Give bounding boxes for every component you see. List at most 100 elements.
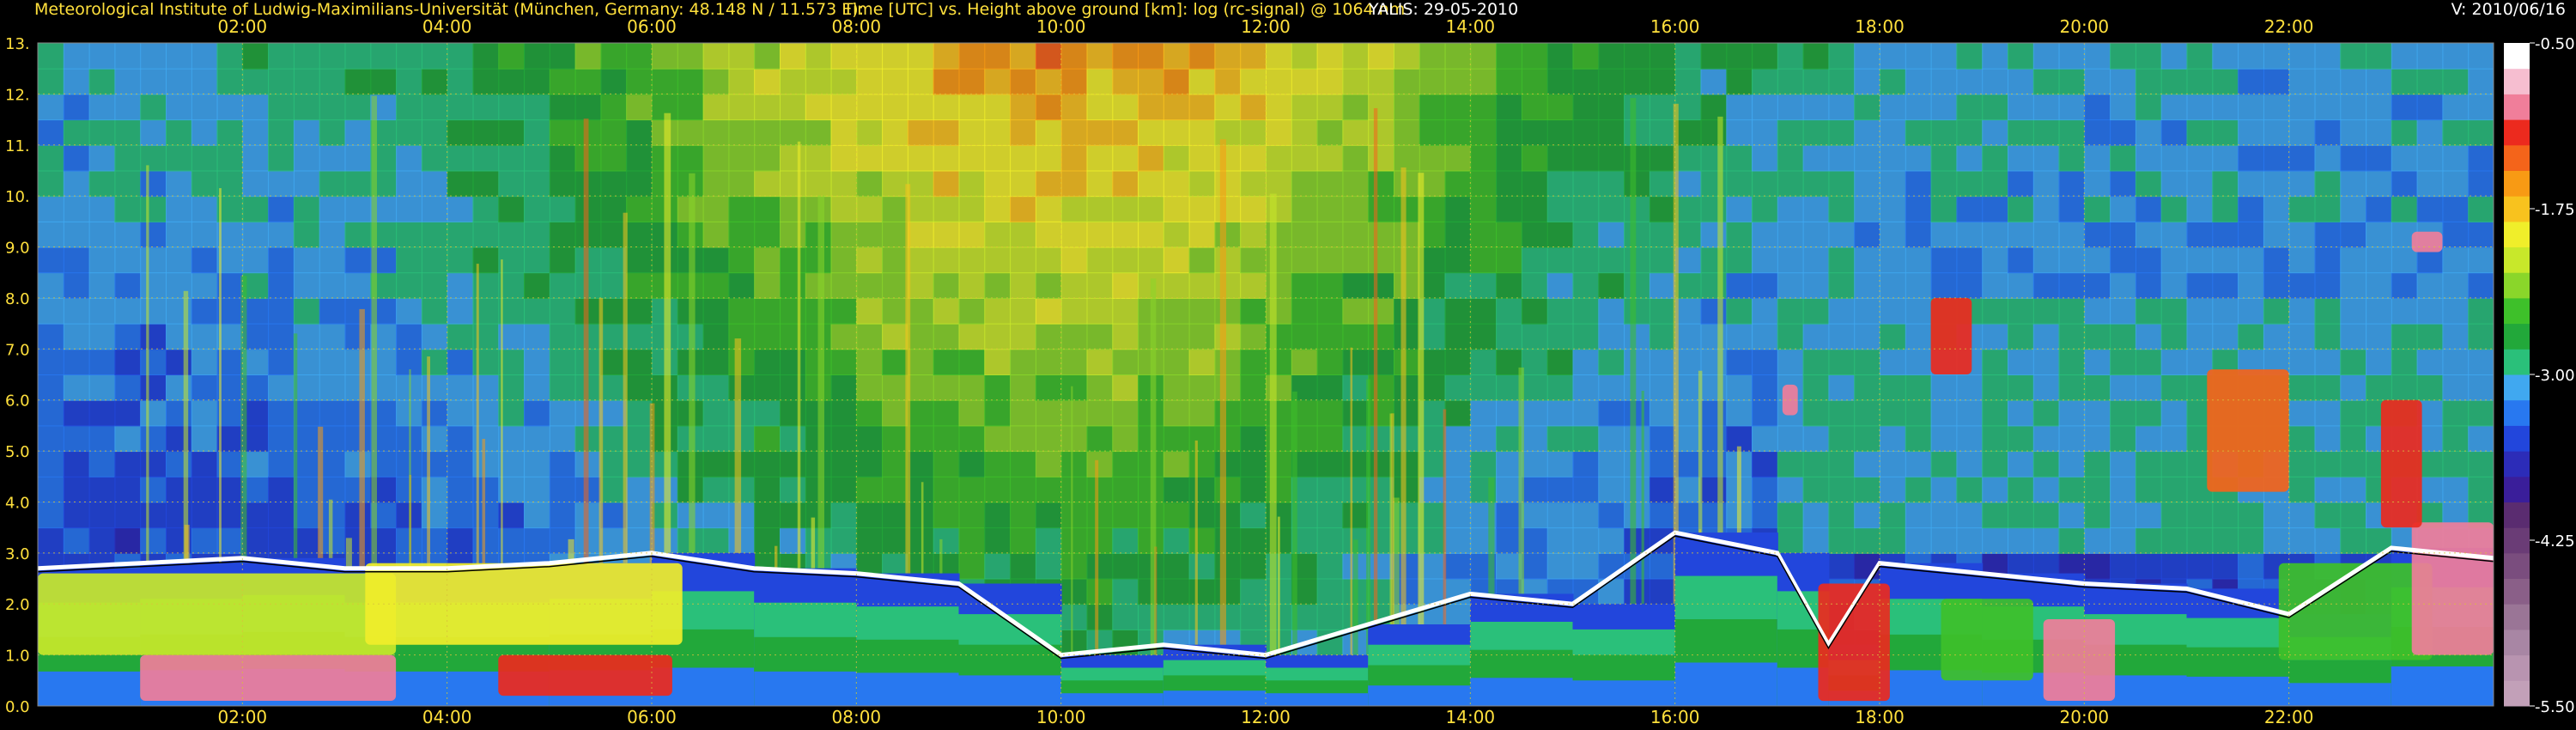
signal-cell	[1035, 170, 1062, 198]
signal-cell	[1214, 425, 1242, 453]
signal-cell	[1828, 221, 1856, 248]
signal-cell	[1086, 272, 1114, 299]
signal-cell	[2238, 272, 2264, 299]
signal-cell	[2058, 43, 2086, 70]
signal-cell	[2263, 221, 2290, 248]
signal-cell	[1060, 578, 1088, 605]
signal-cell	[2084, 297, 2111, 325]
signal-cell	[1060, 552, 1088, 580]
signal-cell	[2238, 502, 2264, 529]
signal-cell	[728, 502, 756, 529]
signal-cell	[2391, 119, 2418, 146]
signal-cell	[1880, 502, 1906, 529]
signal-cell	[2288, 425, 2316, 453]
signal-cell	[2416, 272, 2444, 299]
signal-cell	[1700, 221, 1728, 248]
signal-cell	[1777, 476, 1804, 503]
signal-cell	[856, 94, 884, 121]
signal-cell	[2160, 119, 2188, 146]
signal-cell	[1956, 527, 1984, 554]
signal-cell	[1444, 552, 1472, 580]
signal-cell	[2442, 476, 2470, 503]
boundary-layer-band	[1163, 690, 1267, 706]
signal-cell	[1470, 221, 1498, 248]
signal-cell	[958, 119, 986, 146]
signal-cell	[191, 43, 218, 70]
signal-cell	[830, 297, 858, 325]
signal-cell	[574, 43, 602, 70]
signal-cell	[63, 43, 90, 70]
signal-cell	[524, 297, 550, 325]
cloud-patch	[1930, 297, 1972, 374]
signal-cell	[1982, 272, 2008, 299]
signal-cell	[1982, 476, 2008, 503]
signal-cell	[1163, 297, 1190, 325]
signal-cell	[216, 144, 244, 172]
x-tick-label-top: 14:00	[1446, 16, 1496, 37]
signal-cell	[1930, 502, 1958, 529]
signal-cell	[1521, 144, 1548, 172]
signal-cell	[1163, 144, 1190, 172]
signal-cell	[2340, 451, 2367, 478]
signal-cell	[166, 94, 192, 121]
signal-cell	[1010, 272, 1036, 299]
signal-cell	[1598, 502, 1625, 529]
signal-cell	[293, 451, 320, 478]
signal-cell	[2032, 68, 2060, 95]
signal-cell	[1035, 552, 1062, 580]
signal-cell	[882, 272, 908, 299]
signal-cell	[1802, 297, 1830, 325]
signal-cell	[319, 425, 346, 453]
signal-cell	[1828, 552, 1856, 580]
signal-cell	[626, 349, 653, 375]
boundary-layer-band	[856, 672, 960, 706]
signal-cell	[166, 144, 192, 172]
signal-cell	[882, 119, 908, 146]
signal-cell	[933, 399, 960, 427]
signal-cell	[2008, 476, 2034, 503]
signal-cell	[293, 527, 320, 554]
signal-cell	[1394, 246, 1420, 274]
signal-cell	[1674, 425, 1702, 453]
colorbar-swatch	[2504, 170, 2530, 197]
signal-cell	[1316, 399, 1344, 427]
x-tick-label-top: 06:00	[627, 16, 677, 37]
signal-cell	[984, 221, 1012, 248]
signal-cell	[1598, 68, 1625, 95]
signal-cell	[447, 451, 474, 478]
signal-cell	[2238, 323, 2264, 350]
signal-cell	[1674, 94, 1702, 121]
signal-cell	[1700, 68, 1728, 95]
signal-cell	[702, 221, 730, 248]
signal-cell	[1316, 68, 1344, 95]
cloud-patch	[498, 654, 672, 697]
signal-cell	[1112, 221, 1139, 248]
signal-cell	[2032, 425, 2060, 453]
signal-cell	[447, 196, 474, 222]
signal-cell	[780, 246, 806, 274]
signal-cell	[63, 272, 90, 299]
signal-cell	[1854, 119, 1880, 146]
signal-cell	[1010, 502, 1036, 529]
signal-cell	[652, 68, 678, 95]
signal-cell	[2468, 272, 2494, 299]
signal-cell	[1010, 349, 1036, 375]
signal-cell	[1444, 502, 1472, 529]
signal-cell	[1521, 272, 1548, 299]
signal-cell	[1444, 425, 1472, 453]
signal-cell	[1086, 476, 1114, 503]
signal-cell	[1444, 170, 1472, 198]
signal-cell	[1496, 94, 1522, 121]
y-axis: 0.01.02.03.04.05.06.07.08.09.010.11.12.1…	[5, 35, 30, 716]
signal-cell	[2058, 425, 2086, 453]
signal-cell	[2008, 119, 2034, 146]
signal-cell	[1649, 221, 1676, 248]
signal-cell	[1112, 374, 1139, 401]
signal-cell	[574, 94, 602, 121]
signal-cell	[1214, 323, 1242, 350]
signal-cell	[1316, 144, 1344, 172]
signal-cell	[2314, 119, 2342, 146]
signal-cell	[984, 68, 1012, 95]
signal-cell	[524, 476, 550, 503]
signal-cell	[1368, 246, 1394, 274]
